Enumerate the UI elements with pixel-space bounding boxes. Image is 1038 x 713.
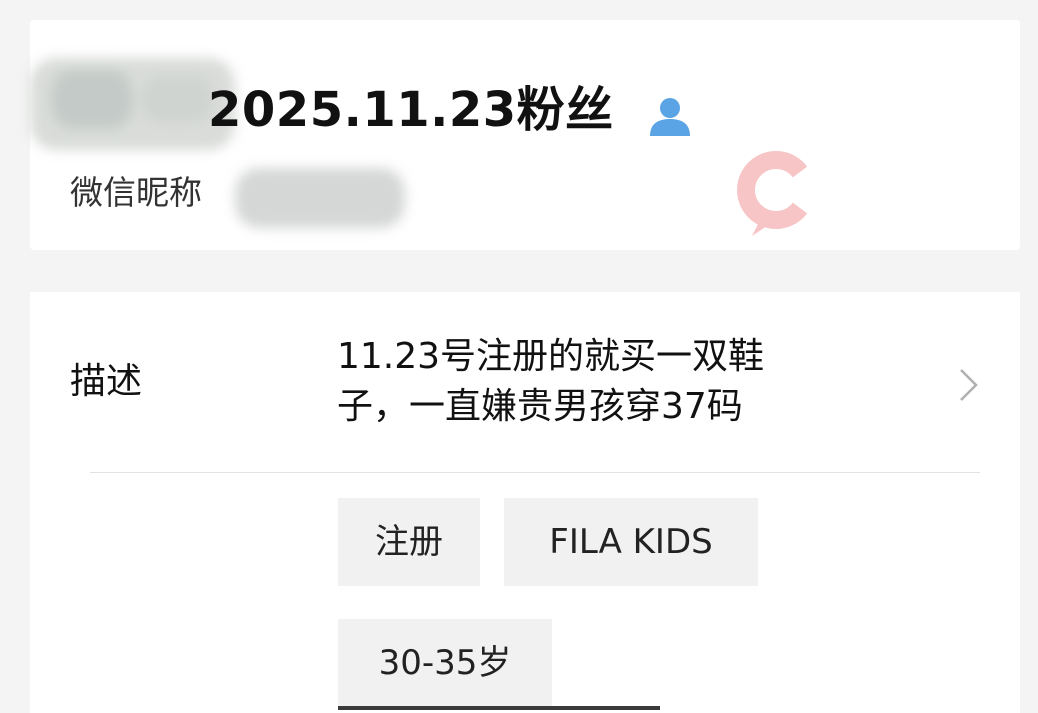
avatar-blurred[interactable] bbox=[30, 58, 235, 150]
description-line-2: 子，一直嫌贵男孩穿37码 bbox=[337, 386, 743, 427]
contact-remark-name: 2025.11.23粉丝 bbox=[208, 82, 614, 138]
watermark-logo-icon bbox=[737, 151, 808, 236]
contact-header-card: 2025.11.23粉丝 微信昵称 bbox=[30, 20, 1020, 250]
wechat-nickname-blurred bbox=[235, 168, 405, 228]
wechat-nickname-label: 微信昵称 bbox=[70, 173, 202, 212]
user-icon bbox=[650, 98, 690, 136]
description-line-1: 11.23号注册的就买一双鞋 bbox=[337, 336, 765, 377]
divider bbox=[90, 472, 980, 473]
tag-fila-kids[interactable]: FILA KIDS bbox=[504, 498, 758, 586]
tag-register[interactable]: 注册 bbox=[338, 498, 480, 586]
tag-age-range[interactable]: 30-35岁 bbox=[338, 619, 552, 707]
contact-detail-card: 描述 11.23号注册的就买一双鞋 子，一直嫌贵男孩穿37码 注册 FILA K… bbox=[30, 292, 1020, 713]
bottom-line bbox=[338, 706, 660, 710]
description-text[interactable]: 11.23号注册的就买一双鞋 子，一直嫌贵男孩穿37码 bbox=[337, 332, 917, 432]
description-label: 描述 bbox=[70, 361, 143, 402]
chevron-right-icon[interactable] bbox=[958, 367, 980, 403]
